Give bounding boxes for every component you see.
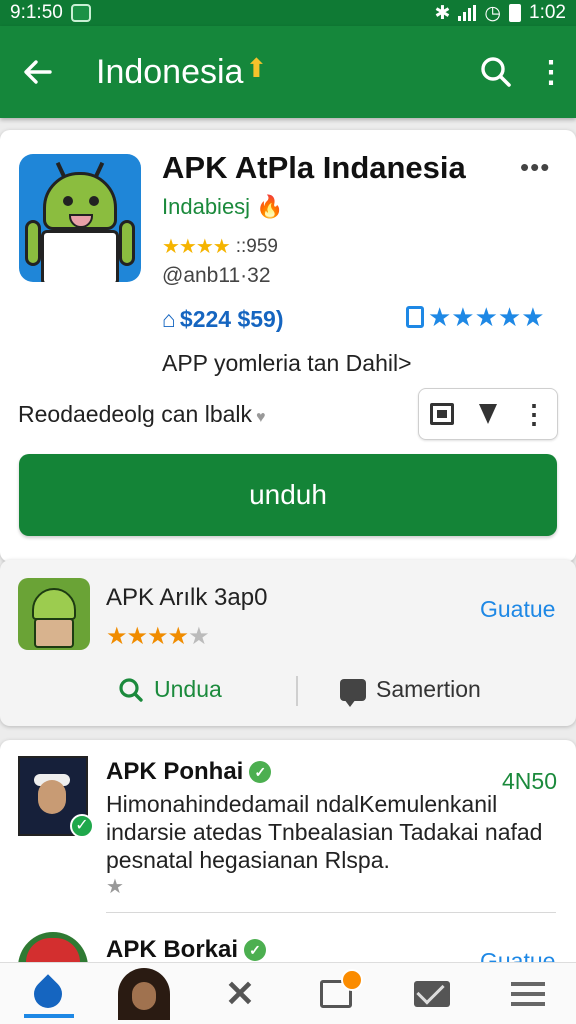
avatar	[118, 967, 170, 1020]
back-button[interactable]	[0, 26, 76, 118]
top-rating: ★★★★★	[406, 302, 545, 333]
mail-icon	[414, 980, 450, 1007]
stars-empty: ★	[188, 623, 209, 650]
price-text: ⌂ $224 $59)	[162, 306, 284, 333]
notification-badge	[341, 968, 363, 991]
list-item-name[interactable]: APK Borkai ✓	[106, 936, 267, 964]
related-app-name: APK Arılk 3ap0	[106, 584, 268, 611]
more-vert-icon: ⋮	[536, 55, 566, 89]
nav-mail[interactable]	[402, 966, 462, 1022]
page-title-text: Indonesia	[96, 52, 244, 91]
app-handle: @anb11·32	[162, 264, 271, 287]
fire-icon: 🔥	[256, 194, 284, 219]
filter-icon	[479, 404, 497, 424]
list-item-description: Himonahindedamail ndalKemulenkanil indar…	[106, 791, 543, 873]
nav-gallery[interactable]	[306, 966, 366, 1022]
arrow-left-icon	[24, 60, 52, 84]
menu-icon	[511, 981, 545, 1006]
bottom-navigation: ✕	[0, 962, 576, 1024]
more-vert-icon: ⋮	[521, 399, 547, 429]
signal-icon	[458, 5, 477, 21]
nav-home[interactable]	[18, 966, 78, 1022]
related-app-card[interactable]: APK Arılk 3ap0 ★★★★★ Guatue Undua Samert…	[0, 560, 576, 726]
install-button[interactable]: unduh	[19, 454, 557, 536]
home-icon	[28, 973, 68, 1014]
app-icon	[19, 154, 141, 282]
developer-name: Indabiesj	[162, 194, 251, 219]
more-horiz-icon[interactable]: •••	[520, 152, 550, 183]
filter-button[interactable]	[473, 399, 503, 429]
app-detail-card: APK AtPla Indanesia ••• Indabiesj 🔥 ★★★★ …	[0, 130, 576, 562]
download-button[interactable]: Undua	[118, 676, 222, 703]
app-tagline[interactable]: APP yomleria tan Dahil>	[162, 350, 412, 377]
search-icon	[481, 57, 511, 87]
related-app-stars: ★★★★★	[106, 622, 210, 651]
download-label: Undua	[154, 676, 222, 702]
cast-icon	[430, 403, 454, 425]
heart-icon: ♥	[256, 409, 266, 426]
rating-count: ::959	[235, 235, 278, 257]
price-value: $224 $59)	[179, 306, 284, 332]
app-list-card: ✓ APK Ponhai ✓ 4N50 Himonahindedamail nda…	[0, 740, 576, 1000]
comment-label: Samertion	[376, 676, 481, 702]
image-icon	[320, 968, 363, 1008]
device-icon	[406, 306, 424, 328]
share-icon: ✕	[224, 972, 256, 1014]
page-title: Indonesia⬆	[96, 53, 466, 92]
status-time-left: 9:1:50	[10, 2, 63, 23]
nav-share[interactable]: ✕	[210, 966, 270, 1022]
notification-icon	[70, 4, 91, 22]
recommend-label: Reodaedeolg can lbalk	[18, 401, 253, 427]
list-item-title: APK Ponhai	[106, 758, 244, 785]
nav-profile[interactable]	[114, 966, 174, 1022]
overflow-button[interactable]: ⋮	[519, 399, 549, 429]
check-icon: ✓	[70, 814, 94, 838]
bluetooth-icon: ✱	[434, 2, 451, 24]
trending-up-icon: ⬆	[245, 52, 268, 83]
recommend-text: Reodaedeolg can lbalk ♥	[18, 401, 266, 428]
list-item-icon: ✓	[18, 756, 94, 838]
app-name: APK AtPla Indanesia	[162, 150, 466, 185]
related-install-button[interactable]: Guatue	[480, 596, 555, 623]
related-app-icon	[18, 578, 90, 650]
more-options-button[interactable]: ⋮	[526, 26, 576, 118]
app-bar: Indonesia⬆ ⋮	[0, 26, 576, 118]
action-group: ⋮	[418, 388, 558, 440]
cast-button[interactable]	[427, 399, 457, 429]
alarm-icon: ◷	[484, 2, 502, 24]
battery-icon	[509, 4, 522, 22]
status-bar: 9:1:50 ✱ ◷ 1:02	[0, 0, 576, 26]
status-time-right: 1:02	[529, 2, 566, 23]
active-indicator	[24, 1013, 74, 1018]
search-icon	[119, 677, 143, 702]
comment-button[interactable]: Samertion	[340, 676, 481, 707]
developer-link[interactable]: Indabiesj 🔥	[162, 194, 283, 220]
divider	[106, 912, 556, 913]
rating-row: ★★★★ ::959	[162, 234, 278, 259]
divider	[296, 676, 298, 706]
list-item-name[interactable]: APK Ponhai ✓	[106, 758, 272, 786]
stars-filled: ★★★★	[106, 623, 189, 650]
verified-badge-icon: ✓	[249, 761, 272, 783]
search-button[interactable]	[466, 26, 526, 118]
rating-stars: ★★★★	[162, 236, 231, 258]
verified-badge-icon: ✓	[244, 939, 267, 961]
nav-menu[interactable]	[498, 966, 558, 1022]
top-rating-stars: ★★★★★	[428, 302, 545, 332]
house-icon: ⌂	[162, 306, 176, 332]
comment-icon	[340, 678, 366, 707]
list-item-title: APK Borkai	[106, 936, 239, 963]
star-icon[interactable]: ★	[106, 874, 124, 899]
